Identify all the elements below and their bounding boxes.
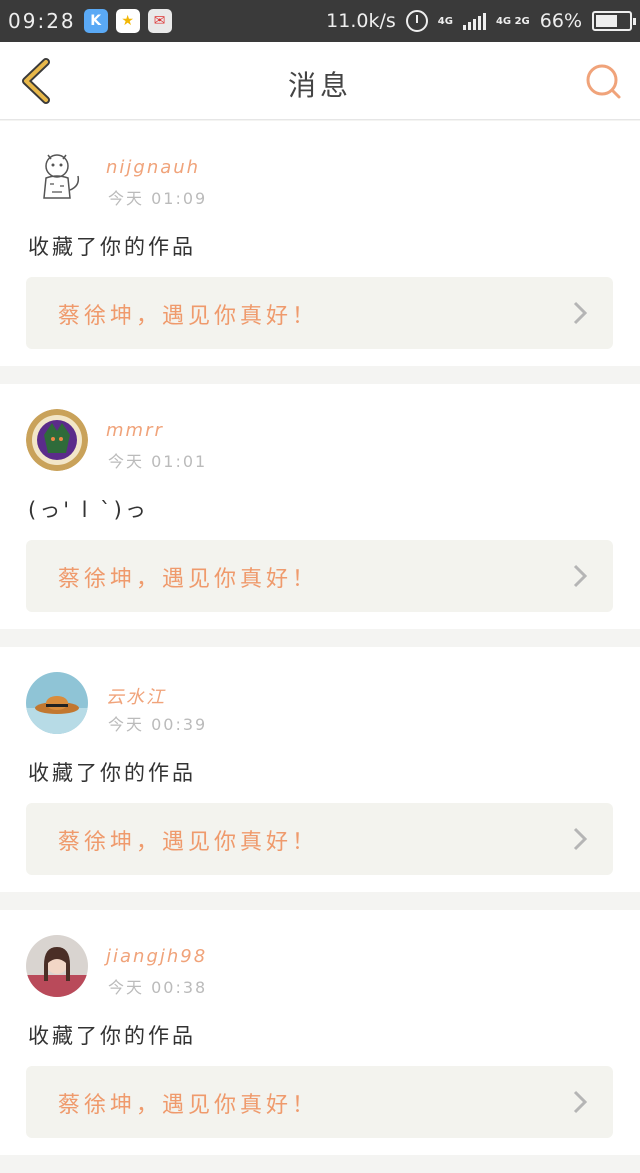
tiger-avatar-icon — [26, 146, 88, 208]
signal-icon — [462, 12, 486, 30]
timestamp: 今天 00:39 — [108, 715, 208, 734]
mail-app-icon: ✉ — [147, 9, 172, 33]
page-title: 消息 — [287, 69, 352, 102]
work-title: 蔡徐坤，遇见你真好！ — [58, 830, 319, 855]
photo-avatar-icon — [26, 935, 88, 997]
alarm-icon — [405, 10, 428, 32]
message-text: 收藏了你的作品 — [28, 761, 196, 785]
work-title: 蔡徐坤，遇见你真好！ — [58, 1093, 319, 1118]
network-type: 4G — [437, 15, 453, 27]
timestamp: 今天 01:09 — [108, 189, 208, 208]
message-list: nijgnauh 今天 01:09 收藏了你的作品 蔡徐坤，遇见你真好！ mmr… — [0, 121, 640, 1173]
chevron-right-icon — [573, 564, 587, 588]
message-text: 收藏了你的作品 — [28, 1024, 196, 1048]
search-button[interactable] — [582, 60, 626, 104]
network-speed: 11.0k/s — [326, 10, 396, 32]
list-item[interactable]: 云水江 今天 00:39 收藏了你的作品 蔡徐坤，遇见你真好！ — [0, 647, 640, 892]
avatar[interactable] — [26, 672, 88, 734]
avatar[interactable] — [26, 409, 88, 471]
work-title: 蔡徐坤，遇见你真好！ — [58, 304, 319, 329]
battery-icon — [592, 11, 636, 31]
work-link[interactable]: 蔡徐坤，遇见你真好！ — [26, 540, 613, 612]
list-item[interactable]: mmrr 今天 01:01 (っ' l `)っ 蔡徐坤，遇见你真好！ — [0, 384, 640, 629]
message-text: 收藏了你的作品 — [28, 235, 196, 259]
timestamp: 今天 00:38 — [108, 978, 208, 997]
timestamp: 今天 01:01 — [108, 452, 208, 471]
work-link[interactable]: 蔡徐坤，遇见你真好！ — [26, 277, 613, 349]
avatar[interactable] — [26, 935, 88, 997]
username[interactable]: jiangjh98 — [106, 946, 207, 967]
app-header: 消息 — [0, 42, 640, 120]
chevron-right-icon — [573, 827, 587, 851]
message-text: (っ' l `)っ — [28, 498, 149, 522]
app-notification-icon: K — [83, 9, 108, 33]
username[interactable]: mmrr — [106, 420, 164, 441]
username[interactable]: 云水江 — [106, 683, 166, 709]
star-app-icon: ★ — [115, 9, 140, 33]
avatar[interactable] — [26, 146, 88, 208]
battery-percent: 66% — [539, 10, 582, 32]
status-bar: 09:28 K ★ ✉ 11.0k/s 4G 4G 2G 66% — [0, 0, 640, 42]
work-title: 蔡徐坤，遇见你真好！ — [58, 567, 319, 592]
status-time: 09:28 — [8, 9, 76, 33]
hat-avatar-icon — [26, 672, 88, 734]
work-link[interactable]: 蔡徐坤，遇见你真好！ — [26, 803, 613, 875]
search-icon — [586, 64, 621, 99]
list-item[interactable]: nijgnauh 今天 01:09 收藏了你的作品 蔡徐坤，遇见你真好！ — [0, 121, 640, 366]
character-avatar-icon — [26, 409, 88, 471]
chevron-right-icon — [573, 301, 587, 325]
network-type-2: 4G 2G — [495, 15, 530, 27]
username[interactable]: nijgnauh — [106, 157, 200, 178]
work-link[interactable]: 蔡徐坤，遇见你真好！ — [26, 1066, 613, 1138]
list-item[interactable]: jiangjh98 今天 00:38 收藏了你的作品 蔡徐坤，遇见你真好！ — [0, 910, 640, 1155]
chevron-right-icon — [573, 1090, 587, 1114]
